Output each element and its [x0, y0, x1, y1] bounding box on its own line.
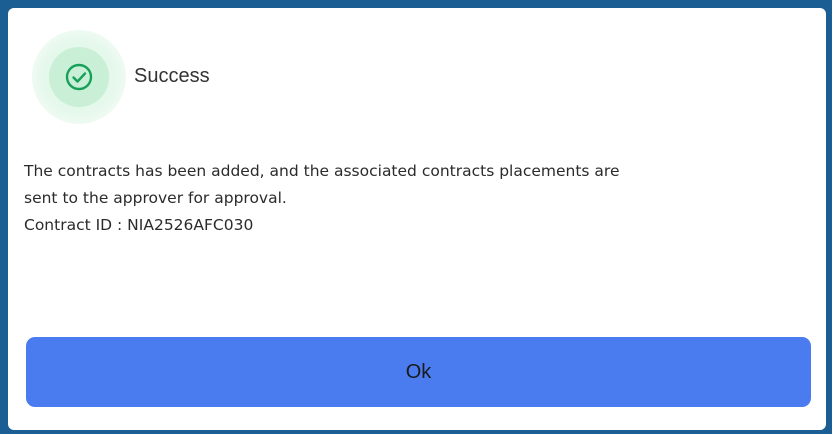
message-line-1: The contracts has been added, and the as…: [24, 162, 620, 180]
window-frame: Success The contracts has been added, an…: [0, 0, 832, 434]
contract-id-text: Contract ID : NIA2526AFC030: [24, 216, 254, 234]
check-circle-icon: [65, 63, 93, 91]
ok-button[interactable]: Ok: [26, 337, 811, 407]
dialog-header: Success: [8, 8, 826, 138]
success-icon-background: [49, 47, 109, 107]
dialog-title: Success: [134, 65, 210, 87]
dialog-message: The contracts has been added, and the as…: [24, 158, 814, 239]
success-icon-halo: [32, 30, 126, 124]
success-dialog: Success The contracts has been added, an…: [8, 8, 826, 430]
message-line-2: sent to the approver for approval.: [24, 189, 287, 207]
